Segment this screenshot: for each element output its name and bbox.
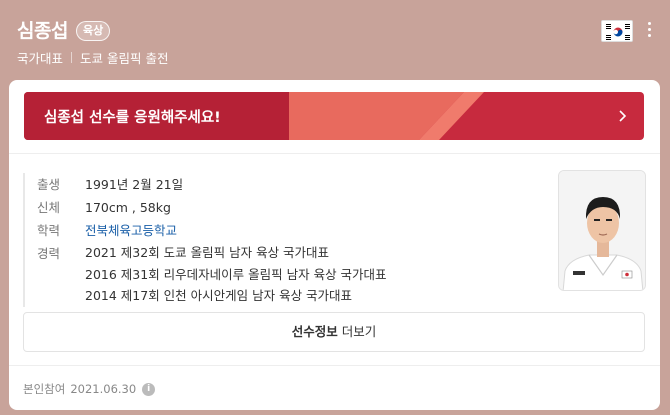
birth-value: 1991년 2월 21일 — [85, 177, 184, 192]
body-label: 신체 — [37, 200, 61, 215]
athlete-card: 심종섭 선수를 응원해주세요! 출생 1991년 2월 21일 신체 170cm… — [9, 80, 660, 410]
birth-row: 출생 1991년 2월 21일 — [37, 173, 543, 196]
school-link[interactable]: 전북체육고등학교 — [85, 223, 177, 238]
korea-flag-icon — [601, 20, 633, 42]
cheer-text: 심종섭 선수를 응원해주세요! — [44, 110, 221, 126]
footer-divider — [9, 365, 660, 366]
divider — [9, 153, 660, 154]
subtitle: 국가대표 도쿄 올림픽 출전 — [17, 48, 168, 67]
subtitle-olympics: 도쿄 올림픽 출전 — [80, 51, 169, 66]
more-info-normal: 더보기 — [341, 324, 377, 339]
profile-info: 출생 1991년 2월 21일 신체 170cm , 58kg 학력 전북체육고… — [23, 173, 543, 307]
school-row: 학력 전북체육고등학교 — [37, 219, 543, 242]
footer: 본인참여 2021.06.30 i — [23, 381, 156, 397]
subtitle-separator — [71, 52, 73, 63]
body-value: 170cm , 58kg — [85, 200, 171, 215]
more-vertical-icon[interactable] — [644, 20, 654, 40]
career-item: 2014 제17회 인천 아시안게임 남자 육상 국가대표 — [85, 288, 353, 303]
birth-label: 출생 — [37, 177, 61, 192]
profile-header: 심종섭 육상 국가대표 도쿄 올림픽 출전 — [0, 0, 670, 80]
self-participation-label: 본인참여 — [23, 382, 66, 396]
more-info-button[interactable]: 선수정보 더보기 — [23, 312, 645, 352]
athlete-name[interactable]: 심종섭 — [17, 16, 68, 43]
chevron-right-icon — [619, 110, 627, 122]
update-date: 2021.06.30 — [70, 382, 137, 396]
career-item: 2016 제31회 리우데자네이루 올림픽 남자 육상 국가대표 — [85, 266, 387, 282]
cheer-banner[interactable]: 심종섭 선수를 응원해주세요! — [24, 92, 644, 140]
body-row: 신체 170cm , 58kg — [37, 196, 543, 219]
school-label: 학력 — [37, 223, 61, 238]
info-icon[interactable]: i — [142, 382, 156, 396]
career-item: 2021 제32회 도쿄 올림픽 남자 육상 국가대표 — [85, 245, 330, 260]
career-label: 경력 — [37, 246, 61, 261]
more-info-bold: 선수정보 — [291, 324, 338, 339]
subtitle-national-team: 국가대표 — [17, 51, 64, 66]
career-row: 경력 2021 제32회 도쿄 올림픽 남자 육상 국가대표 2016 제31회… — [37, 242, 543, 307]
sport-badge: 육상 — [76, 21, 111, 41]
athlete-photo[interactable] — [558, 170, 646, 291]
